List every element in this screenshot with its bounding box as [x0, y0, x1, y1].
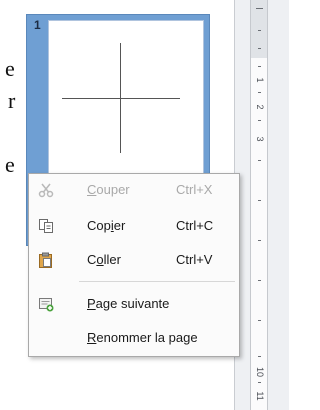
ruler-tick [258, 66, 261, 67]
menu-item-mnemonic: P [87, 296, 96, 311]
menu-item-label: Cop [87, 218, 111, 233]
ruler-tick [258, 120, 261, 121]
menu-item-paste[interactable]: Coller Ctrl+V [30, 248, 238, 272]
ruler-tick [258, 200, 261, 201]
vertical-ruler[interactable]: 1 2 3 10 11 [234, 0, 289, 410]
menu-item-label: ouper [96, 182, 130, 197]
ruler-number: 10 [255, 366, 265, 377]
ruler-number: 3 [255, 136, 265, 142]
menu-item-label: er [113, 218, 126, 233]
menu-item-rename-page[interactable]: Renommer la page [30, 326, 238, 350]
menu-item-mnemonic: C [87, 182, 97, 197]
ruler-tick [258, 382, 261, 383]
ruler-number: 1 [255, 77, 265, 83]
ruler-tick [258, 356, 261, 357]
menu-item-mnemonic: R [87, 330, 97, 345]
ruler-tick [258, 30, 261, 31]
ruler-tick [258, 160, 261, 161]
ruler-tick [258, 92, 261, 93]
menu-item-label: ller [103, 252, 121, 267]
page-number-label: 1 [34, 18, 41, 32]
menu-item-shortcut: Ctrl+X [176, 182, 213, 197]
paste-icon [38, 252, 54, 268]
document-text-fragment: e [5, 56, 15, 81]
menu-item-label: C [87, 252, 97, 267]
document-text-area: e r e [0, 0, 26, 410]
menu-item-label: enommer la page [96, 330, 198, 345]
menu-item-mnemonic: o [96, 252, 104, 267]
document-text-fragment: r [8, 88, 16, 113]
cut-icon [38, 182, 54, 198]
ruler-tick [258, 48, 261, 49]
ruler-tick [258, 240, 261, 241]
menu-item-copy[interactable]: Copier Ctrl+C [30, 214, 238, 238]
ruler-number: 2 [255, 104, 265, 110]
menu-item-next-page[interactable]: Page suivante [30, 292, 238, 316]
crosshair-horizontal-line [62, 98, 180, 99]
ruler-tick [258, 320, 261, 321]
document-text-fragment: e [5, 152, 15, 177]
menu-item-shortcut: Ctrl+C [176, 218, 214, 233]
menu-item-shortcut: Ctrl+V [176, 252, 213, 267]
menu-item-label: age suivante [95, 296, 170, 311]
ruler-number: 11 [255, 391, 265, 401]
ruler-tick [258, 280, 261, 281]
menu-item-cut[interactable]: Couper Ctrl+X [30, 178, 238, 202]
ruler-tick [256, 8, 263, 9]
new-page-icon [38, 296, 54, 312]
context-menu: Couper Ctrl+X Copier Ctrl+C Coller Ctrl+… [28, 173, 240, 357]
copy-icon [38, 218, 54, 234]
ruler-track: 1 2 3 10 11 [250, 0, 268, 410]
menu-separator [79, 281, 235, 282]
